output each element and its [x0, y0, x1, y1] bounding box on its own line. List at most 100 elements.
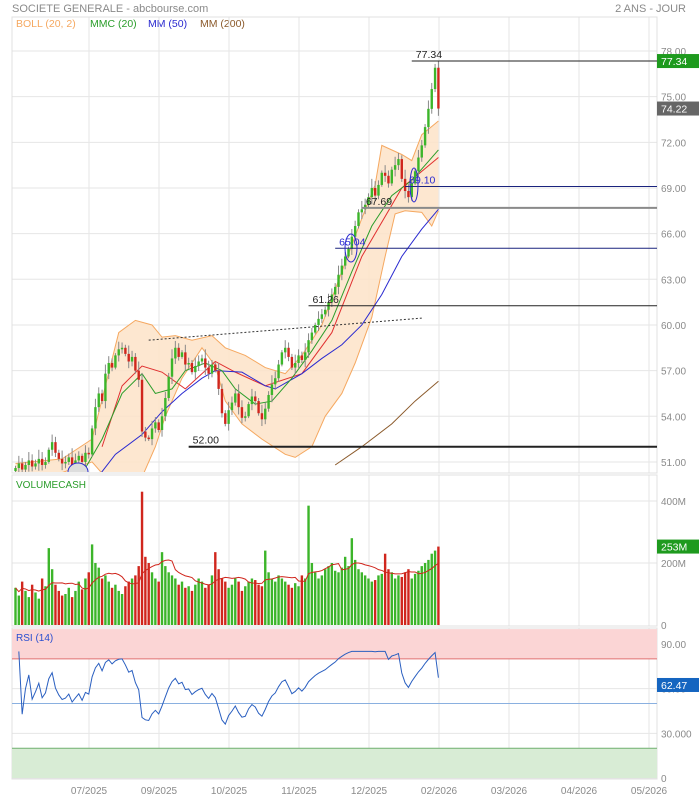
volume-bar [297, 586, 300, 625]
volume-bar [197, 578, 200, 625]
volume-bar [134, 575, 137, 625]
legend-item[interactable]: BOLL (20, 2) [16, 18, 76, 30]
volume-bar [207, 584, 210, 625]
rsi-last-badge-text: 62.47 [661, 680, 687, 692]
volume-bar [264, 550, 267, 625]
volume-bar [187, 586, 190, 625]
indicator-legend: BOLL (20, 2) MMC (20) MM (50) MM (200) [16, 18, 245, 30]
price-tick-label: 63.00 [661, 275, 686, 286]
volume-bar [230, 584, 234, 625]
volume-bar [64, 594, 67, 625]
volume-bar [87, 572, 90, 625]
volume-bar [157, 581, 160, 625]
legend-item[interactable]: MM (200) [200, 18, 245, 30]
rsi-tick-label: 30.000 [661, 729, 692, 740]
volume-bar [377, 575, 380, 625]
volume-bar [250, 578, 254, 625]
volume-bar [180, 581, 184, 625]
volume-bar [314, 572, 317, 625]
volume-bar [160, 552, 164, 625]
volume-bar [317, 578, 320, 625]
volume-bar [284, 581, 287, 625]
rsi-oversold-zone [12, 748, 657, 778]
volume-bar [407, 569, 410, 625]
volume-bar [390, 572, 393, 625]
price-tick-label: 54.00 [661, 412, 686, 423]
volume-bar [227, 587, 230, 625]
price-tick-label: 57.00 [661, 367, 686, 378]
volume-bar [413, 573, 417, 625]
volume-bar [77, 581, 80, 625]
volume-bar [177, 584, 180, 625]
volume-bar [387, 569, 390, 625]
volume-tick-label: 200M [661, 559, 686, 570]
volume-bar [234, 578, 237, 625]
candle [380, 170, 383, 187]
date-tick-label: 05/2026 [631, 786, 668, 797]
rsi-plot [12, 629, 657, 778]
volume-bar [307, 505, 310, 625]
price-level-label: 61.26 [313, 294, 339, 306]
volume-bar [270, 578, 274, 625]
candle [50, 434, 54, 456]
volume-bar [114, 584, 117, 625]
rsi-tick-label: 90.00 [661, 640, 686, 651]
volume-bar [154, 578, 157, 625]
volume-bar [287, 584, 290, 625]
volume-bar [17, 595, 21, 625]
candle [54, 436, 57, 458]
candle [247, 401, 250, 419]
candle [140, 372, 144, 437]
candle [207, 360, 210, 380]
volume-bar [150, 572, 154, 625]
volume-bar [290, 587, 294, 625]
legend-item[interactable]: MMC (20) [90, 18, 137, 30]
candle [280, 350, 284, 367]
volume-bar [437, 546, 440, 625]
volume-bar [267, 572, 270, 625]
trendline[interactable] [148, 317, 422, 341]
volume-bar [403, 572, 407, 625]
volume-bar [237, 581, 240, 625]
volume-bar [30, 584, 34, 625]
volume-bar [124, 586, 127, 625]
volume-bar [337, 572, 340, 625]
volume-bar [80, 589, 84, 625]
volume-bar [100, 578, 104, 625]
volume-bar [397, 575, 400, 625]
period-label[interactable]: 2 ANS - JOUR [615, 3, 686, 15]
date-tick-label: 11/2025 [281, 786, 317, 797]
volume-bar [247, 581, 250, 625]
volume-bar [67, 587, 70, 625]
date-tick-label: 09/2025 [141, 786, 178, 797]
candle [314, 322, 317, 335]
volume-bar [94, 563, 97, 625]
volume-bar [420, 566, 423, 625]
mm200-line [334, 380, 439, 466]
volume-bar [174, 578, 177, 625]
volume-bar [410, 578, 413, 625]
rsi-tick-label: 0 [661, 774, 667, 785]
volume-bar [260, 586, 264, 625]
volume-bar [200, 581, 204, 625]
legend-item[interactable]: MM (50) [148, 18, 187, 30]
volume-bar [60, 595, 64, 625]
last-high-badge-text: 77.34 [661, 56, 687, 68]
volume-bar [393, 578, 397, 625]
price-level-label: 77.34 [416, 49, 442, 61]
candle [430, 82, 433, 114]
volume-bar [120, 594, 124, 625]
volume-bar [323, 569, 327, 625]
volume-bar [333, 570, 337, 625]
volume-bar [433, 550, 437, 625]
volume-bar [277, 575, 280, 625]
volume-bar [257, 584, 260, 625]
stock-chart[interactable]: SOCIETE GENERALE - abcbourse.com 2 ANS -… [0, 0, 699, 800]
volume-bar [84, 578, 87, 625]
volume-bar [104, 575, 107, 625]
volume-bar [400, 576, 403, 625]
volume-bar [14, 587, 17, 625]
candle [423, 124, 427, 148]
volume-bar [240, 590, 244, 625]
price-level-label: 69.10 [409, 174, 435, 186]
